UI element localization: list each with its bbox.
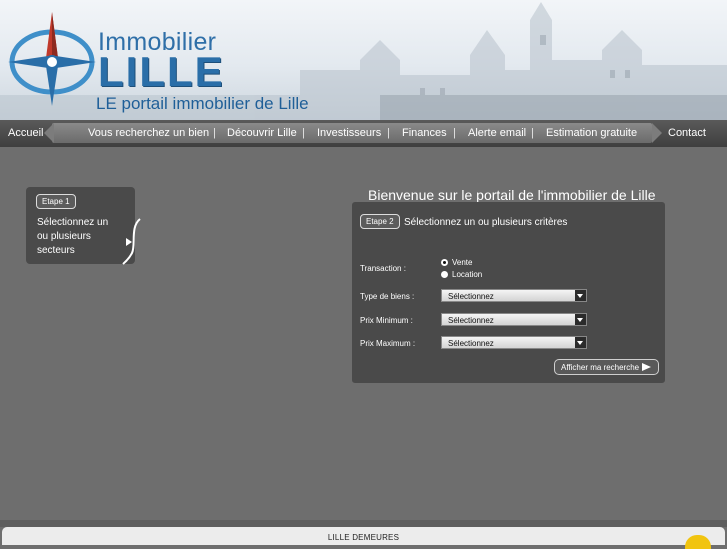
nav-separator: | xyxy=(387,127,390,139)
type-biens-label: Type de biens : xyxy=(360,292,415,301)
step2-badge: Etape 2 xyxy=(360,214,400,229)
radio-vente[interactable]: Vente xyxy=(441,258,472,267)
chevron-down-icon[interactable] xyxy=(575,290,586,301)
main-navigation: Accueil Vous recherchez un bien | Découv… xyxy=(0,120,727,147)
nav-separator: | xyxy=(302,127,305,139)
welcome-title: Bienvenue sur le portail de l'immobilier… xyxy=(368,187,656,203)
search-button-label: Afficher ma recherche xyxy=(561,363,640,372)
prix-min-label: Prix Minimum : xyxy=(360,316,413,325)
radio-button-selected[interactable] xyxy=(441,259,448,266)
site-tagline: LE portail immobilier de Lille xyxy=(96,94,309,113)
chevron-down-icon[interactable] xyxy=(575,337,586,348)
prix-max-label: Prix Maximum : xyxy=(360,339,416,348)
nav-item-alerte-email[interactable]: Alerte email xyxy=(468,127,526,139)
nav-item-investisseurs[interactable]: Investisseurs xyxy=(317,127,381,139)
footer-text: LILLE DEMEURES xyxy=(327,533,400,542)
transaction-label: Transaction : xyxy=(360,264,406,273)
nav-arrow-left-icon xyxy=(44,123,54,143)
nav-item-accueil[interactable]: Accueil xyxy=(8,127,43,139)
radio-location-label: Location xyxy=(452,270,483,279)
nav-item-finances[interactable]: Finances xyxy=(402,127,447,139)
compass-logo-icon xyxy=(8,12,96,106)
nav-arrow-right-icon xyxy=(652,123,662,143)
prix-min-select[interactable]: Sélectionnez xyxy=(441,313,587,326)
step1-badge: Etape 1 xyxy=(36,194,76,209)
nav-separator: | xyxy=(453,127,456,139)
step1-sector-panel[interactable]: Etape 1 Sélectionnez un ou plusieurs sec… xyxy=(26,187,141,265)
play-arrow-icon xyxy=(642,363,651,371)
radio-button[interactable] xyxy=(441,271,448,278)
nav-item-decouvrir-lille[interactable]: Découvrir Lille xyxy=(227,127,297,139)
select-value: Sélectionnez xyxy=(448,292,494,301)
select-value: Sélectionnez xyxy=(448,339,494,348)
nav-item-recherche[interactable]: Vous recherchez un bien xyxy=(88,127,209,139)
swoosh-decoration-icon xyxy=(122,218,141,265)
chevron-down-icon[interactable] xyxy=(575,314,586,325)
logo-word-lille: LILLE xyxy=(98,48,225,95)
arrow-right-icon xyxy=(126,238,132,246)
step1-instruction: Sélectionnez un ou plusieurs secteurs xyxy=(37,217,109,256)
footer-divider xyxy=(0,520,727,527)
site-footer: LILLE DEMEURES xyxy=(2,527,725,545)
type-biens-select[interactable]: Sélectionnez xyxy=(441,289,587,302)
nav-item-estimation[interactable]: Estimation gratuite xyxy=(546,127,637,139)
nav-separator: | xyxy=(531,127,534,139)
nav-item-contact[interactable]: Contact xyxy=(668,127,706,139)
search-submit-button[interactable]: Afficher ma recherche xyxy=(554,359,659,375)
nav-separator: | xyxy=(213,127,216,139)
radio-location[interactable]: Location xyxy=(441,270,482,279)
site-header: Immobilier LILLE LE portail immobilier d… xyxy=(0,0,727,120)
select-value: Sélectionnez xyxy=(448,316,494,325)
prix-max-select[interactable]: Sélectionnez xyxy=(441,336,587,349)
step2-criteria-panel: Etape 2 Sélectionnez un ou plusieurs cri… xyxy=(352,202,665,383)
radio-vente-label: Vente xyxy=(452,258,473,267)
step2-title: Sélectionnez un ou plusieurs critères xyxy=(404,217,568,228)
